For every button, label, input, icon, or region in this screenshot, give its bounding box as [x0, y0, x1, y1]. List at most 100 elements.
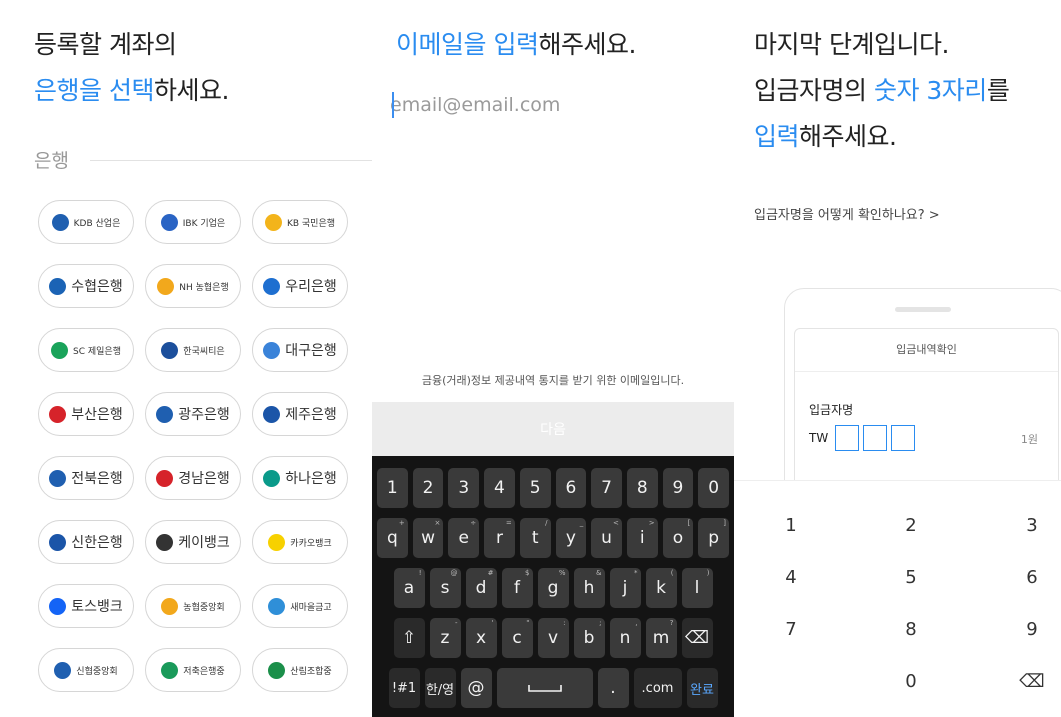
- bank-option[interactable]: IBK 기업은: [145, 200, 241, 244]
- numpad-key[interactable]: 5: [881, 563, 941, 593]
- keyboard-key[interactable]: b;: [573, 618, 605, 658]
- bank-name: 산림조합중: [290, 666, 332, 677]
- keyboard-key[interactable]: i >: [626, 518, 658, 558]
- bank-option[interactable]: 토스뱅크: [38, 584, 134, 628]
- next-button[interactable]: 다음: [372, 402, 734, 456]
- bank-title-rest: 하세요.: [153, 76, 229, 105]
- bank-option[interactable]: 신협중앙회: [38, 648, 134, 692]
- keyboard-key[interactable]: o[: [662, 518, 694, 558]
- keyboard-key[interactable]: 8: [626, 468, 658, 508]
- bnk-logo-icon: [49, 405, 67, 423]
- keyboard-key[interactable]: 0: [698, 468, 730, 508]
- keyboard-key[interactable]: h &: [573, 568, 605, 608]
- bank-option[interactable]: KDB 산업은: [38, 200, 134, 244]
- bank-option[interactable]: 전북은행: [38, 456, 134, 500]
- bank-name: 한국씨티은: [183, 346, 225, 357]
- key-hint: $: [525, 569, 530, 577]
- key-label: a: [403, 578, 415, 598]
- bank-option[interactable]: 대구은행: [252, 328, 348, 372]
- numpad-key[interactable]: 4: [761, 563, 821, 593]
- bank-option[interactable]: 저축은행중: [145, 648, 241, 692]
- keyboard-key[interactable]: u <: [591, 518, 622, 558]
- done-key[interactable]: 완료: [686, 668, 718, 708]
- keyboard-key[interactable]: a!: [393, 568, 425, 608]
- numpad-key[interactable]: 3: [1002, 511, 1061, 541]
- keyboard-key[interactable]: m?: [645, 618, 677, 658]
- numpad-key[interactable]: 7: [761, 615, 821, 645]
- keyboard-key[interactable]: p]: [698, 518, 730, 558]
- bank-option[interactable]: SC 제일은행: [38, 328, 134, 372]
- keyboard-key[interactable]: 2: [412, 468, 444, 508]
- keyboard-key[interactable]: r =: [484, 518, 515, 558]
- bank-option[interactable]: 농협중앙회: [145, 584, 241, 628]
- keyboard-row-asdf: a! s @ d # f $ g% h & j * k(l): [377, 568, 729, 608]
- keyboard-key[interactable]: e ÷: [448, 518, 480, 558]
- bank-option[interactable]: KB 국민은행: [252, 200, 348, 244]
- bank-option[interactable]: 경남은행: [145, 456, 241, 500]
- keyboard-key[interactable]: j *: [609, 568, 641, 608]
- keyboard-key[interactable]: g%: [537, 568, 569, 608]
- numpad-backspace-key[interactable]: ⌫: [1002, 667, 1061, 697]
- keyboard-key[interactable]: x ': [465, 618, 497, 658]
- keyboard-key[interactable]: 4: [484, 468, 515, 508]
- bank-option[interactable]: 수협은행: [38, 264, 134, 308]
- backspace-key[interactable]: ⌫: [681, 618, 713, 658]
- keyboard-key[interactable]: w ×: [412, 518, 444, 558]
- bank-option[interactable]: 우리은행: [252, 264, 348, 308]
- suhyup-logo-icon: [49, 277, 67, 295]
- key-hint: ÷: [470, 519, 477, 527]
- dot-key[interactable]: .: [597, 668, 629, 708]
- keyboard-key[interactable]: 9: [662, 468, 694, 508]
- shift-key[interactable]: ⇧: [393, 618, 425, 658]
- deposit-amount: 1원: [1020, 433, 1038, 446]
- keyboard-key[interactable]: 6: [555, 468, 587, 508]
- code-step-title: 마지막 단계입니다. 입금자명의 숫자 3자리를 입력해주세요.: [754, 22, 1010, 160]
- numpad-key[interactable]: 6: [1002, 563, 1061, 593]
- keyboard-key[interactable]: f $: [501, 568, 533, 608]
- keyboard-key[interactable]: 5: [519, 468, 551, 508]
- keyboard-key[interactable]: 7: [591, 468, 622, 508]
- code-title-line2-post: 를: [986, 76, 1010, 105]
- bank-option[interactable]: NH 농협은행: [145, 264, 241, 308]
- language-toggle-key[interactable]: 한/영: [424, 668, 456, 708]
- numpad-key[interactable]: 9: [1002, 615, 1061, 645]
- numpad-key[interactable]: 0: [881, 667, 941, 697]
- depositor-help-link[interactable]: 입금자명을 어떻게 확인하나요? >: [754, 204, 940, 223]
- code-digit-box-2: [863, 425, 887, 451]
- bank-option[interactable]: 카카오뱅크: [252, 520, 348, 564]
- numpad-key[interactable]: 8: [881, 615, 941, 645]
- numpad-key[interactable]: 2: [881, 511, 941, 541]
- keyboard-key[interactable]: v:: [537, 618, 569, 658]
- keyboard-key[interactable]: s @: [429, 568, 461, 608]
- keyboard-key[interactable]: y _: [555, 518, 587, 558]
- bank-option[interactable]: 한국씨티은: [145, 328, 241, 372]
- keyboard-key[interactable]: l): [681, 568, 713, 608]
- dotcom-key[interactable]: .com: [633, 668, 682, 708]
- bank-option[interactable]: 신한은행: [38, 520, 134, 564]
- keyboard-key[interactable]: k(: [645, 568, 677, 608]
- keyboard-key[interactable]: d #: [465, 568, 497, 608]
- keyboard-key[interactable]: q +: [376, 518, 408, 558]
- symbols-key[interactable]: !#1: [388, 668, 420, 708]
- bank-option[interactable]: 광주은행: [145, 392, 241, 436]
- bank-option[interactable]: 하나은행: [252, 456, 348, 500]
- numpad-key[interactable]: 1: [761, 511, 821, 541]
- keyboard-key[interactable]: n,: [609, 618, 641, 658]
- bank-option[interactable]: 케이뱅크: [145, 520, 241, 564]
- card-title: 입금내역확인: [896, 343, 957, 356]
- at-key[interactable]: @: [460, 668, 492, 708]
- bank-option[interactable]: 새마을금고: [252, 584, 348, 628]
- bank-option[interactable]: 부산은행: [38, 392, 134, 436]
- bank-name: 토스뱅크: [71, 599, 123, 615]
- key-hint: ): [706, 569, 710, 577]
- keyboard-key[interactable]: c ": [501, 618, 533, 658]
- keyboard-key[interactable]: 3: [448, 468, 480, 508]
- keyboard-key[interactable]: z-: [429, 618, 461, 658]
- bank-option[interactable]: 제주은행: [252, 392, 348, 436]
- keyboard-key[interactable]: t /: [519, 518, 551, 558]
- bank-option[interactable]: 산림조합중: [252, 648, 348, 692]
- email-input[interactable]: [390, 90, 720, 120]
- space-key[interactable]: [496, 668, 593, 708]
- key-label: 8: [636, 478, 648, 498]
- keyboard-key[interactable]: 1: [376, 468, 408, 508]
